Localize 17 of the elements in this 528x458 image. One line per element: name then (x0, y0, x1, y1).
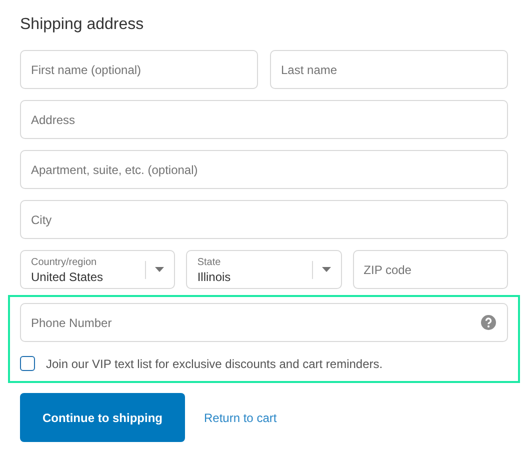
input-field[interactable]: ZIP code (352, 250, 508, 289)
phone-field[interactable]: Phone Number (20, 303, 508, 342)
return-link[interactable]: Return to cart (204, 410, 277, 424)
checkbox[interactable] (20, 356, 35, 371)
checkbox-label: Join our VIP text list for exclusive discounts and cart reminders. (46, 356, 383, 370)
input-field[interactable]: First name (optional) (20, 50, 258, 89)
caret-icon (322, 267, 331, 272)
help-icon[interactable] (481, 315, 496, 330)
input-field[interactable]: Last name (270, 50, 508, 89)
input-field[interactable]: City (20, 200, 508, 239)
select-field[interactable]: Country/region United States (20, 250, 176, 289)
select-field[interactable]: State Illinois (186, 250, 342, 289)
caret-icon (155, 267, 164, 272)
section-title: Shipping address (20, 15, 145, 35)
continue-button[interactable]: Continue to shipping (20, 393, 185, 442)
input-field[interactable]: Apartment, suite, etc. (optional) (20, 150, 508, 189)
input-field[interactable]: Address (20, 100, 508, 139)
